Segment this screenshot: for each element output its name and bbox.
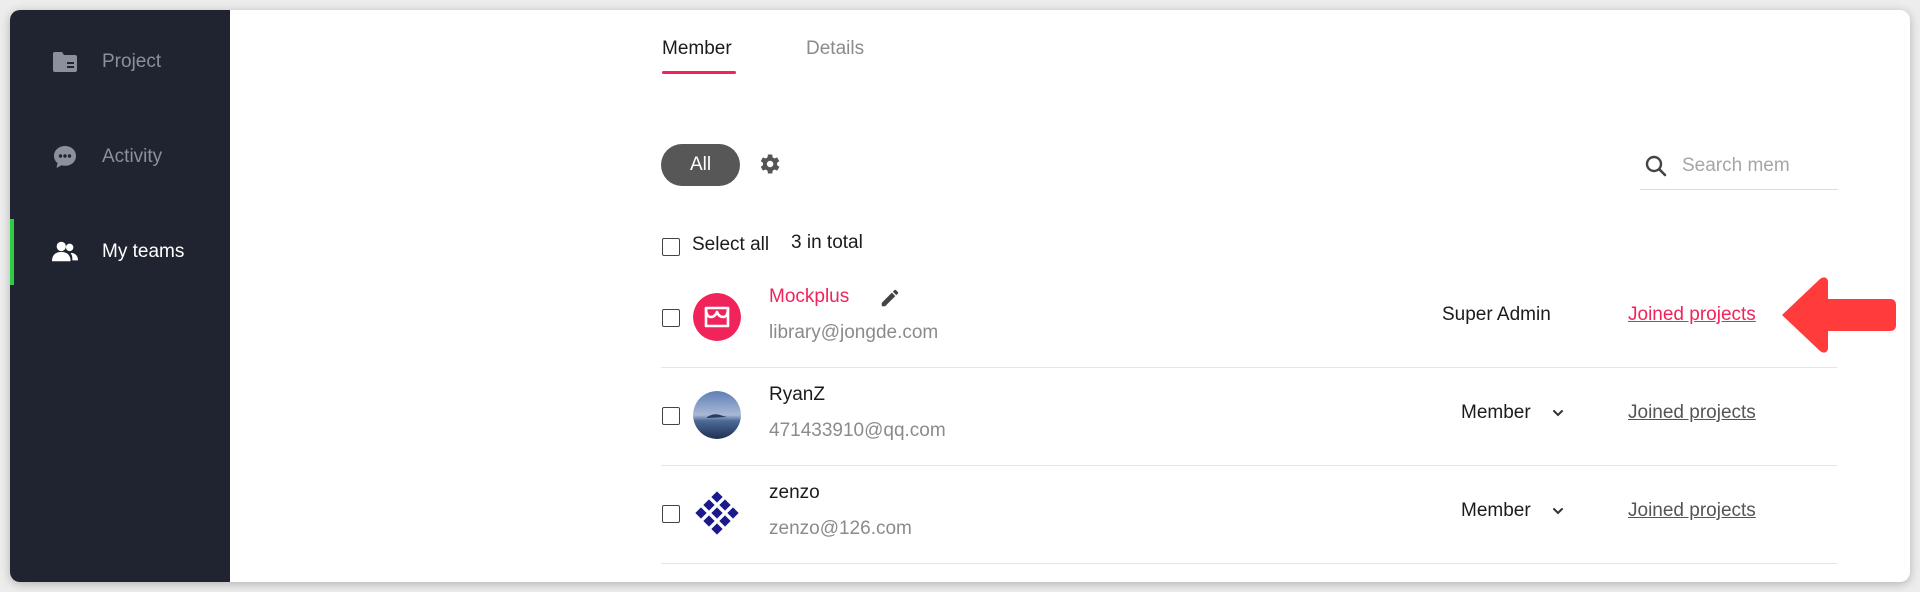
search-input[interactable]	[1682, 150, 1832, 182]
sidebar-item-project[interactable]: Project	[10, 29, 230, 95]
joined-projects-link[interactable]: Joined projects	[1628, 304, 1756, 326]
member-name: RyanZ	[769, 384, 825, 405]
avatar	[693, 391, 741, 439]
row-checkbox[interactable]	[662, 505, 680, 523]
member-role-select[interactable]: Member	[1461, 402, 1531, 424]
joined-projects-link[interactable]: Joined projects	[1628, 500, 1756, 522]
member-email: library@jongde.com	[769, 322, 939, 343]
row-checkbox[interactable]	[662, 309, 680, 327]
member-email: 471433910@qq.com	[769, 420, 946, 441]
app-window: Project Activity My teams Member Details…	[10, 10, 1910, 582]
table-row: zenzo zenzo@126.com Member Joined projec…	[661, 466, 1837, 564]
annotation-arrow-icon	[1780, 275, 1900, 355]
sidebar-item-label: Project	[102, 51, 162, 72]
table-row: RyanZ 471433910@qq.com Member Joined pro…	[661, 368, 1837, 466]
avatar	[693, 293, 741, 341]
pencil-icon[interactable]	[879, 287, 901, 309]
chat-bubble-icon	[52, 144, 78, 170]
search-icon	[1644, 154, 1668, 178]
avatar	[693, 489, 741, 537]
filter-all-button[interactable]: All	[661, 144, 740, 186]
tab-member[interactable]: Member	[662, 38, 732, 60]
table-row: Mockplus library@jongde.com Super Admin …	[661, 270, 1837, 368]
sidebar-item-my-teams[interactable]: My teams	[10, 219, 230, 285]
member-email: zenzo@126.com	[769, 518, 912, 539]
member-name: zenzo	[769, 482, 820, 503]
team-icon	[52, 239, 78, 265]
chevron-down-icon[interactable]	[1551, 406, 1565, 420]
row-checkbox[interactable]	[662, 407, 680, 425]
select-all-label: Select all	[692, 234, 770, 255]
sidebar-item-label: My teams	[102, 241, 185, 262]
gear-icon[interactable]	[756, 151, 782, 177]
member-name: Mockplus	[769, 286, 850, 307]
main-content: Member Details All Select all 3 in total	[230, 10, 1910, 582]
member-role: Super Admin	[1442, 304, 1551, 325]
search-box	[1640, 146, 1838, 190]
member-role-select[interactable]: Member	[1461, 500, 1531, 522]
chevron-down-icon[interactable]	[1551, 504, 1565, 518]
sidebar: Project Activity My teams	[10, 10, 230, 582]
total-count: 3 in total	[791, 232, 863, 253]
tab-details[interactable]: Details	[806, 38, 864, 60]
folder-icon	[52, 49, 78, 75]
select-all-checkbox[interactable]	[662, 238, 680, 256]
sidebar-item-label: Activity	[102, 146, 163, 167]
tab-active-indicator	[662, 71, 736, 74]
joined-projects-link[interactable]: Joined projects	[1628, 402, 1756, 424]
sidebar-item-activity[interactable]: Activity	[10, 124, 230, 190]
